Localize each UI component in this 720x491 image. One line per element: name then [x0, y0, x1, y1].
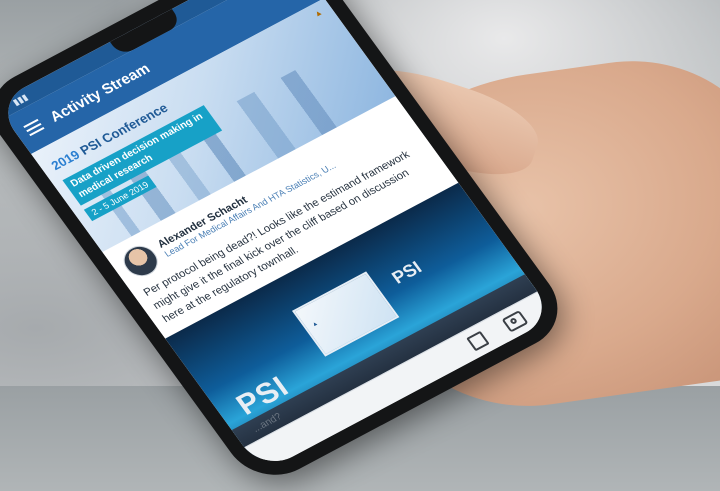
menu-icon[interactable]	[23, 118, 45, 137]
camera-icon[interactable]	[501, 310, 529, 333]
stage-screen-text: ▲	[310, 320, 320, 329]
sponsor-logo: ▲	[311, 7, 325, 19]
avatar[interactable]	[117, 240, 165, 282]
conference-year: 2019	[48, 147, 83, 173]
stage-screen: ▲	[291, 271, 400, 357]
psi-sign-right: PSI	[387, 257, 426, 288]
square-icon[interactable]	[466, 330, 490, 352]
